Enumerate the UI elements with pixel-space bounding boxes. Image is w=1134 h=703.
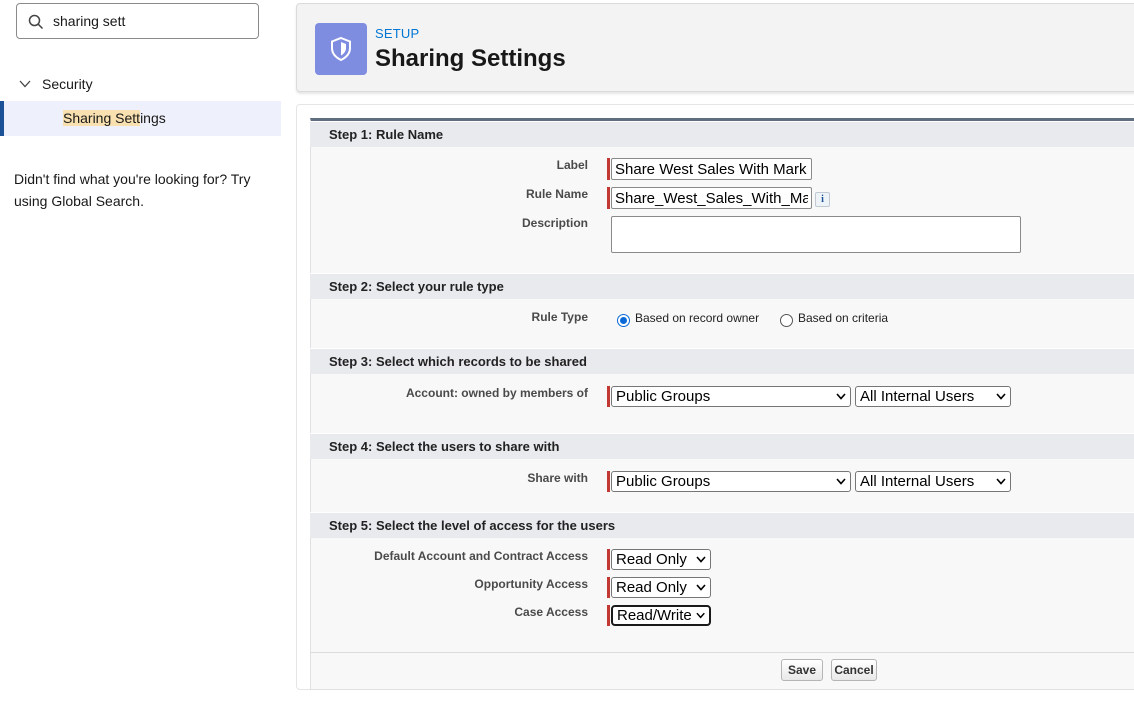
rule-name-field[interactable] bbox=[611, 187, 812, 209]
share-with-group-select[interactable]: All Internal Users bbox=[855, 471, 1011, 492]
rule-type-criteria-label[interactable]: Based on criteria bbox=[798, 311, 888, 325]
required-indicator bbox=[607, 605, 610, 626]
rule-type-owner-label[interactable]: Based on record owner bbox=[635, 311, 759, 325]
save-button[interactable]: Save bbox=[781, 659, 823, 681]
required-indicator bbox=[607, 577, 610, 598]
required-indicator bbox=[607, 158, 610, 180]
step-1-title: Step 1: Rule Name bbox=[329, 127, 444, 142]
select-value: Read/Write bbox=[617, 607, 692, 624]
chevron-down-icon[interactable] bbox=[18, 77, 32, 91]
page-title: Sharing Settings bbox=[375, 45, 566, 72]
chevron-down-icon bbox=[996, 393, 1006, 400]
tree-item-sharing-settings-label[interactable]: Sharing Settings bbox=[63, 110, 166, 126]
share-with-label: Share with bbox=[527, 471, 588, 485]
chevron-down-icon bbox=[696, 556, 706, 563]
tree-item-security[interactable]: Security bbox=[18, 73, 93, 95]
breadcrumb: SETUP bbox=[375, 26, 420, 41]
info-icon[interactable]: i bbox=[815, 192, 830, 207]
case-access-label: Case Access bbox=[514, 605, 588, 619]
button-bar-divider bbox=[310, 652, 1134, 653]
step-2-header: Step 2: Select your rule type bbox=[310, 273, 1134, 299]
account-access-label: Default Account and Contract Access bbox=[374, 549, 588, 563]
quick-find-search[interactable] bbox=[16, 3, 259, 39]
owned-by-type-select[interactable]: Public Groups bbox=[611, 386, 851, 407]
rule-type-criteria-radio[interactable] bbox=[780, 314, 793, 327]
step-1-header: Step 1: Rule Name bbox=[310, 121, 1134, 147]
chevron-down-icon bbox=[696, 612, 705, 619]
chevron-down-icon bbox=[996, 478, 1006, 485]
search-match-highlight: Sharing Sett bbox=[63, 110, 141, 126]
tree-item-security-label: Security bbox=[42, 76, 93, 92]
chevron-down-icon bbox=[696, 584, 706, 591]
tree-item-label-rest: ings bbox=[140, 110, 166, 126]
page-header: SETUP Sharing Settings bbox=[296, 3, 1134, 92]
rule-type-owner-radio[interactable] bbox=[617, 314, 630, 327]
select-value: Read Only bbox=[616, 551, 687, 568]
step-4-header: Step 4: Select the users to share with bbox=[310, 433, 1134, 459]
owned-by-group-select[interactable]: All Internal Users bbox=[855, 386, 1011, 407]
quick-find-input[interactable] bbox=[53, 10, 253, 32]
select-value: All Internal Users bbox=[860, 473, 975, 490]
opportunity-access-label: Opportunity Access bbox=[474, 577, 588, 591]
step-5-header: Step 5: Select the level of access for t… bbox=[310, 512, 1134, 538]
cancel-button[interactable]: Cancel bbox=[831, 659, 877, 681]
required-indicator bbox=[607, 386, 610, 407]
case-access-select[interactable]: Read/Write bbox=[611, 605, 711, 626]
step-4-title: Step 4: Select the users to share with bbox=[329, 439, 560, 454]
chevron-down-icon bbox=[836, 393, 846, 400]
owned-by-label: Account: owned by members of bbox=[405, 386, 588, 400]
step-5-title: Step 5: Select the level of access for t… bbox=[329, 518, 616, 533]
select-value: Public Groups bbox=[616, 473, 711, 490]
setup-shield-icon bbox=[315, 23, 367, 75]
description-field[interactable] bbox=[611, 216, 1021, 253]
not-found-message: Didn't find what you're looking for? Try… bbox=[14, 171, 251, 209]
required-indicator bbox=[607, 187, 610, 209]
select-value: All Internal Users bbox=[860, 388, 975, 405]
description-label: Description bbox=[521, 216, 588, 230]
opportunity-access-select[interactable]: Read Only bbox=[611, 577, 711, 598]
chevron-down-icon bbox=[836, 478, 846, 485]
required-indicator bbox=[607, 471, 610, 492]
step-3-title: Step 3: Select which records to be share… bbox=[329, 354, 587, 369]
step-3-header: Step 3: Select which records to be share… bbox=[310, 348, 1134, 374]
tree-item-sharing-settings[interactable]: Sharing Settings bbox=[0, 101, 281, 136]
search-icon bbox=[28, 14, 44, 30]
setup-sidebar: Security Sharing Settings Didn't find wh… bbox=[0, 0, 281, 703]
share-with-type-select[interactable]: Public Groups bbox=[611, 471, 851, 492]
select-value: Read Only bbox=[616, 579, 687, 596]
label-field-label: Label bbox=[556, 158, 588, 172]
step-2-title: Step 2: Select your rule type bbox=[329, 279, 504, 294]
label-field[interactable] bbox=[611, 158, 812, 180]
required-indicator bbox=[607, 549, 610, 570]
select-value: Public Groups bbox=[616, 388, 711, 405]
account-access-select[interactable]: Read Only bbox=[611, 549, 711, 570]
rule-name-label: Rule Name bbox=[525, 187, 588, 201]
rule-type-label: Rule Type bbox=[531, 310, 588, 324]
shield-icon bbox=[331, 36, 351, 62]
